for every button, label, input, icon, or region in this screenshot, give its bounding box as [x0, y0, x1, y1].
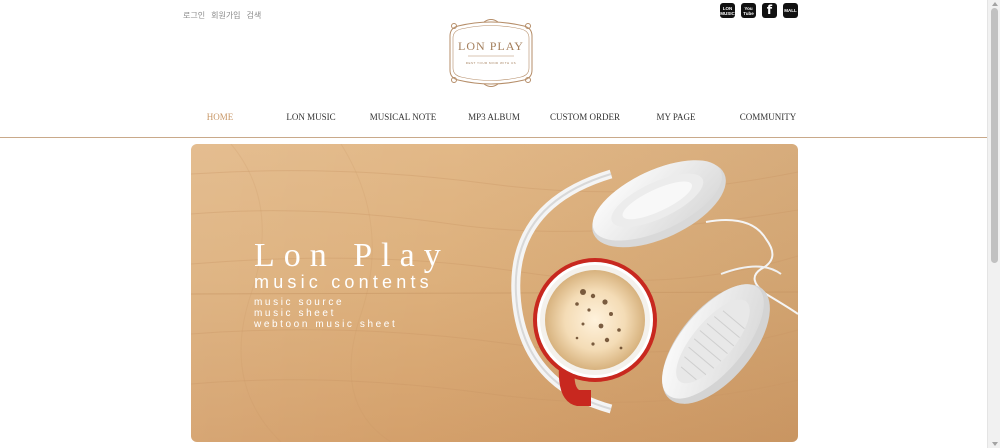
nav-mp3-album[interactable]: MP3 ALBUM — [468, 112, 520, 122]
nav-musical-note[interactable]: MUSICAL NOTE — [370, 112, 436, 122]
facebook-icon[interactable]: f — [762, 3, 777, 18]
logo-title: LON PLAY — [458, 39, 524, 53]
nav-divider — [0, 137, 987, 138]
hero-subtitle: music contents — [254, 272, 433, 292]
mall-icon[interactable]: MALL — [783, 3, 798, 18]
search-link[interactable]: 검색 — [247, 10, 262, 21]
nav-home[interactable]: HOME — [207, 112, 234, 122]
hero-line-music-sheet: music sheet — [254, 308, 336, 319]
nav-custom-order[interactable]: CUSTOM ORDER — [550, 112, 620, 122]
utility-links: 로그인 회원가입 검색 — [183, 10, 261, 21]
hero-line-music-source: music source — [254, 297, 345, 308]
logo-tagline: REST YOUR MIND WITH US — [465, 61, 517, 65]
hero-text: Lon Play music contents music source mus… — [254, 237, 450, 331]
hero-title: Lon Play — [254, 237, 450, 274]
page-scrollbar[interactable] — [987, 0, 1000, 448]
hero-line-webtoon-sheet: webtoon music sheet — [254, 319, 398, 330]
nav-my-page[interactable]: MY PAGE — [656, 112, 695, 122]
nav-community[interactable]: COMMUNITY — [740, 112, 797, 122]
main-nav: HOME LON MUSIC MUSICAL NOTE MP3 ALBUM CU… — [190, 112, 806, 126]
social-links: LON MUSIC You Tube f MALL — [720, 3, 798, 18]
hero-banner[interactable]: Lon Play music contents music source mus… — [191, 144, 798, 442]
scroll-up-icon[interactable] — [992, 2, 998, 6]
scroll-down-icon[interactable] — [992, 442, 998, 446]
nav-lon-music[interactable]: LON MUSIC — [286, 112, 335, 122]
site-logo[interactable]: LON PLAY REST YOUR MIND WITH US — [446, 18, 536, 88]
youtube-icon[interactable]: You Tube — [741, 3, 756, 18]
signup-link[interactable]: 회원가입 — [211, 10, 240, 21]
login-link[interactable]: 로그인 — [183, 10, 205, 21]
scrollbar-thumb[interactable] — [991, 8, 998, 263]
lon-music-icon[interactable]: LON MUSIC — [720, 3, 735, 18]
